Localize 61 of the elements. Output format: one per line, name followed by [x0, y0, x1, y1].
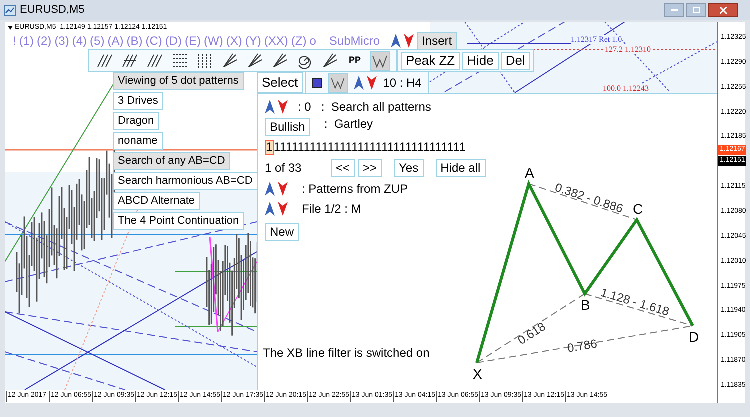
pp-tool-button[interactable]: PP	[345, 50, 365, 70]
up-arrow-icon[interactable]	[265, 100, 275, 114]
pattern-list-item[interactable]: noname	[113, 132, 163, 150]
chart-window-icon	[4, 4, 16, 16]
window-title: EURUSD,M5	[20, 2, 85, 18]
level-label: 1.12317 Ret 1.0	[571, 35, 622, 44]
current-index: 1	[265, 140, 274, 155]
toolbar-button[interactable]: Del	[500, 52, 530, 70]
pattern-list-item[interactable]: 3 Drives	[113, 92, 164, 110]
down-arrow-icon[interactable]	[404, 34, 414, 48]
down-arrow-icon[interactable]	[278, 202, 288, 216]
up-arrow-icon[interactable]	[265, 182, 275, 196]
pattern-list-item[interactable]: Search of any AB=CD	[113, 152, 230, 170]
count-label: : 0	[298, 99, 312, 116]
navigation-button[interactable]: <<	[331, 159, 356, 177]
pattern-list-item[interactable]: ABCD Alternate	[113, 192, 200, 210]
direction-button[interactable]: Bullish	[265, 118, 310, 136]
point-label: D	[689, 329, 700, 345]
color-swatch[interactable]	[312, 78, 322, 88]
maximize-button[interactable]	[686, 3, 706, 17]
point-label: B	[581, 297, 590, 313]
down-arrow-icon[interactable]	[367, 76, 378, 90]
minimize-button[interactable]	[664, 3, 684, 17]
down-arrow-icon[interactable]	[278, 100, 288, 114]
new-button[interactable]: New	[265, 223, 300, 241]
sequence-digits: 11111111111111111111111111111111	[274, 140, 466, 155]
pattern-list-item[interactable]: Dragon	[113, 112, 160, 130]
up-arrow-icon[interactable]	[354, 76, 364, 90]
filter-note: The XB line filter is switched on	[263, 345, 430, 362]
timeframe-label: 10 : H4	[383, 74, 422, 92]
file-label: File 1/2 : M	[302, 201, 362, 218]
pattern-list-item[interactable]: Search harmonious AB=CD	[113, 172, 258, 190]
pattern-name: : Gartley	[324, 116, 374, 133]
ratio-label: 0.382 - 0.886	[554, 180, 626, 216]
close-icon	[720, 6, 726, 14]
zigzag-pattern-icon[interactable]	[328, 72, 348, 92]
close-button[interactable]	[708, 3, 738, 17]
toolbar-button[interactable]: Hide	[462, 52, 499, 70]
navigation-button[interactable]: Hide all	[436, 159, 486, 177]
ratio-label: 1.128 - 1.618	[599, 285, 672, 319]
source-label: : Patterns from ZUP	[302, 181, 408, 198]
insert-button[interactable]: Insert	[417, 32, 458, 50]
level-label: 100.0 1.12243	[603, 84, 649, 93]
pattern-list-item[interactable]: Viewing of 5 dot patterns	[113, 72, 244, 90]
ratio-label: 0.786	[566, 336, 598, 356]
position-label: 1 of 33	[265, 160, 303, 177]
select-button[interactable]: Select	[257, 72, 304, 93]
zigzag-pattern-icon[interactable]	[370, 50, 390, 70]
down-arrow-icon[interactable]	[278, 182, 288, 196]
point-label: X	[473, 366, 482, 382]
collapse-triangle-icon	[8, 26, 13, 30]
pattern-list-item[interactable]: The 4 Point Continuation	[113, 212, 244, 230]
level-label: 127.2 1.12310	[605, 45, 651, 54]
navigation-button[interactable]: Yes	[394, 159, 424, 177]
navigation-button[interactable]: >>	[358, 159, 382, 177]
point-label: A	[525, 165, 534, 181]
up-arrow-icon[interactable]	[265, 202, 275, 216]
point-label: C	[633, 201, 644, 217]
search-label: : Search all patterns	[321, 99, 432, 116]
up-arrow-icon[interactable]	[391, 34, 402, 48]
toolbar-button[interactable]: Peak ZZ	[401, 52, 460, 70]
